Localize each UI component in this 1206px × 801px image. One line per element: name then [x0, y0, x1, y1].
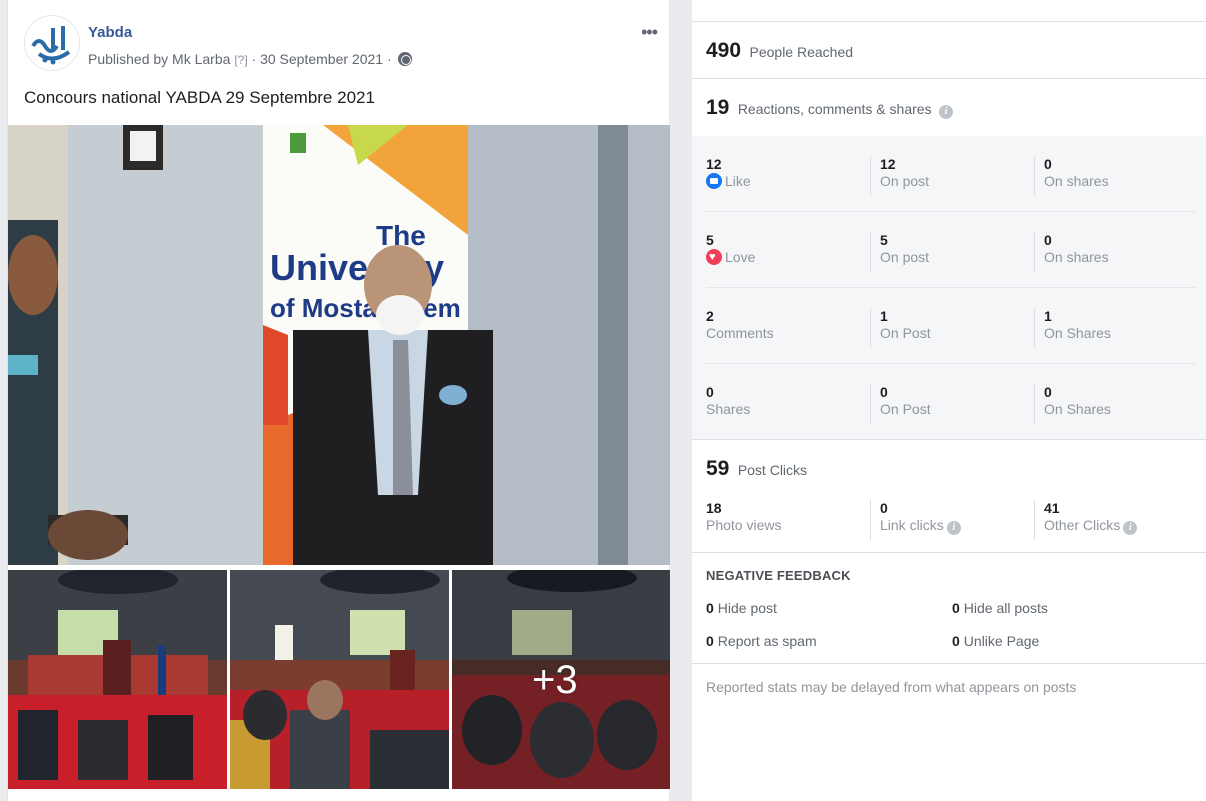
like-on-shares: 0 [1044, 156, 1052, 172]
post-meta: Published by Mk Larba [?] · 30 September… [88, 51, 412, 67]
love-on-post: 5 [880, 232, 888, 248]
on-shares-label: On Shares [1044, 401, 1111, 417]
photo-views-label: Photo views [706, 517, 782, 533]
like-icon [706, 173, 722, 189]
like-label: Like [725, 173, 751, 189]
engagement-value: 19 [706, 96, 730, 119]
on-shares-label: On shares [1044, 249, 1109, 265]
like-on-post: 12 [880, 156, 896, 172]
comments-on-shares: 1 [1044, 308, 1052, 324]
link-clicks-label: Link clicks [880, 517, 944, 533]
main-photo[interactable]: The University of Mostaganem [8, 125, 670, 565]
reach-label: People Reached [749, 44, 854, 60]
post-header: Yabda Published by Mk Larba [?] · 30 Sep… [8, 0, 669, 76]
photo-thumb-more[interactable]: +3 [452, 570, 670, 789]
shares-on-post: 0 [880, 384, 888, 400]
negative-feedback-title: NEGATIVE FEEDBACK [706, 568, 851, 583]
page-avatar[interactable] [24, 15, 80, 71]
banner-mostaganem: of Mostaganem [270, 293, 461, 323]
other-clicks-label: Other Clicks [1044, 517, 1121, 533]
insights-panel: 490 People Reached 19 Reactions, comment… [692, 0, 1206, 801]
love-label: Love [725, 249, 756, 265]
yabda-logo-icon [31, 26, 71, 65]
on-shares-label: On Shares [1044, 325, 1111, 341]
more-photos-count: +3 [532, 658, 578, 702]
like-row: 12 Like 12 On post 0 On shares [706, 136, 1196, 212]
post-card: Yabda Published by Mk Larba [?] · 30 Sep… [7, 0, 670, 801]
globe-icon[interactable] [397, 52, 412, 66]
photo-grid: +3 [8, 570, 670, 789]
negative-feedback-section: NEGATIVE FEEDBACK 0 Hide post 0 Hide all p… [692, 552, 1206, 664]
engagement-label: Reactions, comments & shares [737, 101, 932, 117]
love-row: 5 Love 5 On post 0 On shares [706, 212, 1196, 288]
post-clicks-value: 59 [706, 457, 730, 480]
hide-all-posts-stat: 0 Hide all posts [952, 600, 1048, 616]
post-text: Concours national YABDA 29 Septembre 202… [24, 88, 375, 107]
more-options-icon[interactable]: ••• [641, 22, 658, 43]
unlike-page-stat: 0 Unlike Page [952, 633, 1040, 649]
like-total: 12 [706, 156, 722, 172]
shares-row: 0 Shares 0 On Post 0 On Shares [706, 364, 1196, 440]
hide-post-stat: 0 Hide post [706, 600, 777, 616]
clicks-breakdown: 18 Photo views 0 Link clicks i 41 Other C… [706, 500, 1196, 544]
comments-total: 2 [706, 308, 714, 324]
shares-total: 0 [706, 384, 714, 400]
comments-on-post: 1 [880, 308, 888, 324]
reach-row: 490 People Reached [692, 23, 1206, 79]
love-on-shares: 0 [1044, 232, 1052, 248]
on-shares-label: On shares [1044, 173, 1109, 189]
post-clicks-label: Post Clicks [737, 462, 808, 478]
insights-header-cut [692, 0, 1206, 22]
love-total: 5 [706, 232, 714, 248]
engagement-row: 19 Reactions, comments & shares i [692, 80, 1206, 136]
post-clicks-row: 59 Post Clicks [692, 441, 1206, 497]
photo-views-value: 18 [706, 500, 722, 516]
on-post-label: On post [880, 249, 930, 265]
info-icon[interactable]: i [946, 521, 961, 535]
comments-row: 2 Comments 1 On Post 1 On Shares [706, 288, 1196, 364]
page-name-link[interactable]: Yabda [88, 24, 132, 41]
on-post-label: On Post [880, 401, 931, 417]
shares-label: Shares [706, 401, 751, 417]
love-icon [706, 249, 722, 265]
on-post-label: On Post [880, 325, 931, 341]
post-date[interactable]: · 30 September 2021 · [252, 51, 392, 67]
info-icon[interactable]: i [939, 105, 954, 119]
report-spam-stat: 0 Report as spam [706, 633, 817, 649]
photo-thumb[interactable] [230, 570, 449, 789]
reactions-breakdown: 12 Like 12 On post 0 On shares 5 Love [692, 136, 1206, 440]
other-clicks-value: 41 [1044, 500, 1060, 516]
stats-delay-note: Reported stats may be delayed from what … [706, 679, 1077, 695]
reach-value: 490 [706, 39, 742, 62]
photo-thumb[interactable] [8, 570, 227, 789]
info-icon[interactable]: i [1123, 521, 1138, 535]
comments-label: Comments [706, 325, 774, 341]
shares-on-shares: 0 [1044, 384, 1052, 400]
help-marker[interactable]: [?] [234, 53, 247, 67]
publisher-label[interactable]: Published by Mk Larba [88, 51, 230, 67]
on-post-label: On post [880, 173, 930, 189]
link-clicks-value: 0 [880, 500, 888, 516]
